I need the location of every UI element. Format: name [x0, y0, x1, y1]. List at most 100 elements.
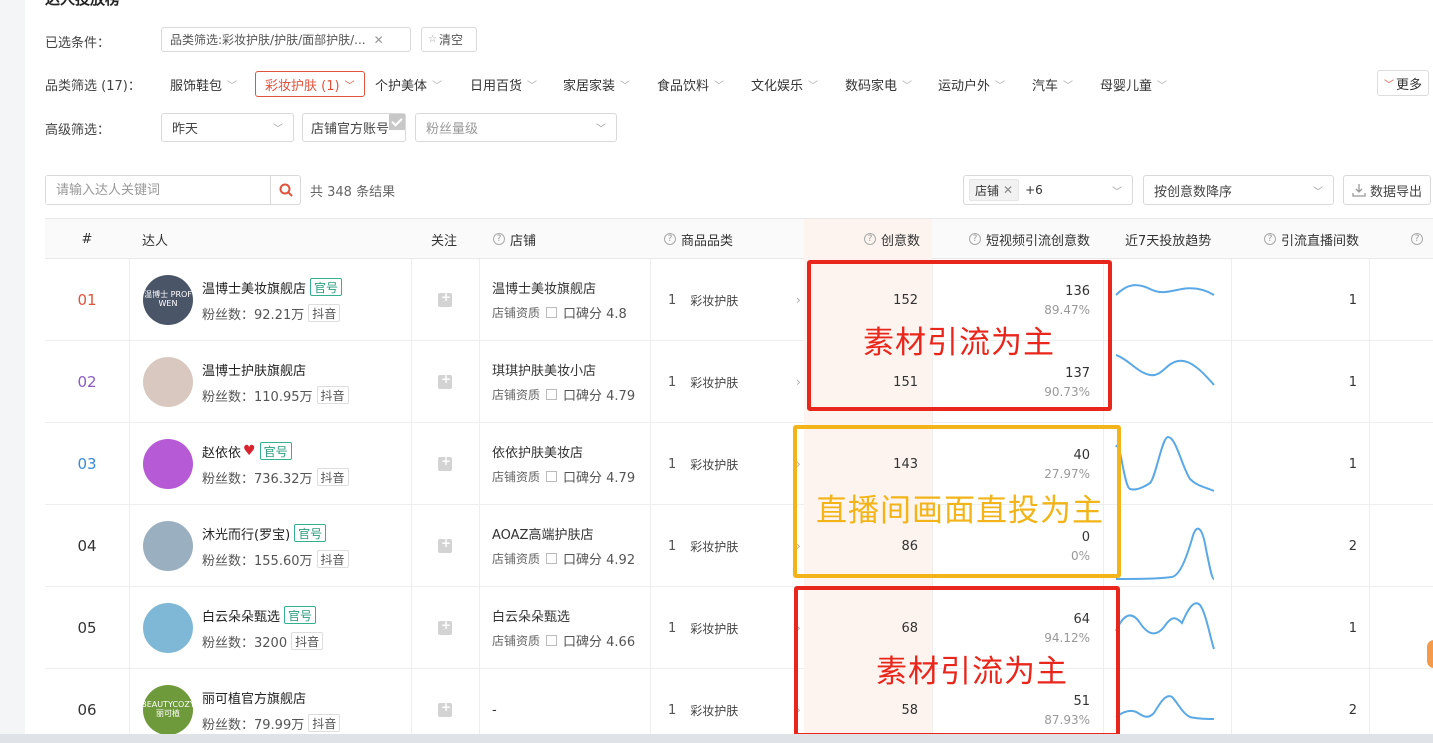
- shop-name[interactable]: 白云朵朵甄选: [492, 606, 635, 625]
- avatar[interactable]: [143, 603, 193, 653]
- help-icon[interactable]: ?: [664, 233, 676, 245]
- column-select[interactable]: 店铺 ✕ +6 ﹀: [963, 175, 1133, 205]
- category-beauty[interactable]: 彩妆护肤 (1) ﹀: [255, 71, 365, 97]
- header-video-creatives[interactable]: ? 短视频引流创意数: [932, 219, 1090, 259]
- influencer-cell[interactable]: 白云朵朵甄选 官号 粉丝数：3200 抖音: [129, 587, 411, 669]
- search-input[interactable]: [46, 176, 270, 204]
- avatar[interactable]: 温博士 PROF WEN: [143, 275, 193, 325]
- influencer-name[interactable]: 温博士护肤旗舰店: [202, 360, 306, 379]
- help-icon[interactable]: ?: [1263, 233, 1276, 245]
- shop-qualification[interactable]: 店铺资质: [492, 386, 540, 403]
- header-live-rooms[interactable]: ? 引流直播间数: [1231, 219, 1359, 259]
- category-apparel[interactable]: 服饰鞋包 ﹀: [170, 71, 237, 97]
- category-auto[interactable]: 汽车 ﹀: [1032, 71, 1073, 97]
- help-icon[interactable]: ?: [863, 233, 876, 245]
- add-favorite-icon[interactable]: [438, 536, 452, 553]
- add-favorite-icon[interactable]: [438, 454, 452, 471]
- chevron-down-icon: ﹀: [995, 80, 1006, 92]
- date-select[interactable]: 昨天 ﹀: [161, 113, 294, 142]
- influencer-name[interactable]: 赵依依: [202, 442, 241, 461]
- avatar[interactable]: [143, 439, 193, 489]
- external-link-icon[interactable]: [546, 471, 558, 482]
- external-link-icon[interactable]: [546, 307, 558, 318]
- avatar[interactable]: [143, 357, 193, 407]
- floating-widget[interactable]: [1427, 640, 1433, 668]
- help-icon[interactable]: ?: [493, 233, 505, 245]
- influencer-cell[interactable]: BEAUTYCOZY 丽可植 丽可植官方旗舰店 粉丝数：79.99万 抖音: [129, 669, 411, 743]
- help-icon[interactable]: ?: [1411, 233, 1423, 245]
- header-creatives[interactable]: ? 创意数: [804, 219, 920, 259]
- external-link-icon[interactable]: [546, 553, 558, 564]
- live-rooms-count: 1: [1348, 292, 1357, 308]
- add-favorite-icon[interactable]: [438, 618, 452, 635]
- table-row[interactable]: 03 赵依依 ♥ 官号 粉丝数：736.32万 抖音 依依护肤美妆店 店铺资质: [45, 423, 1433, 505]
- shop-cell[interactable]: 琪琪护肤美妆小店 店铺资质 口碑分 4.79: [492, 341, 650, 423]
- remove-tag-icon[interactable]: ✕: [1003, 183, 1013, 197]
- fans-level-select[interactable]: 粉丝量级 ﹀: [415, 113, 617, 142]
- category-cell[interactable]: 1 彩妆护肤 ›: [668, 587, 804, 669]
- search-button[interactable]: [270, 176, 300, 204]
- shop-qualification[interactable]: 店铺资质: [492, 304, 540, 321]
- influencer-cell[interactable]: 赵依依 ♥ 官号 粉丝数：736.32万 抖音: [129, 423, 411, 505]
- category-daily-goods[interactable]: 日用百货 ﹀: [470, 71, 537, 97]
- table-row[interactable]: 04 沐光而行(罗宝) 官号 粉丝数：155.60万 抖音 AOAZ高端护肤店 …: [45, 505, 1433, 587]
- category-cell[interactable]: 1 彩妆护肤 ›: [668, 341, 804, 423]
- category-baby[interactable]: 母婴儿童 ﹀: [1100, 71, 1167, 97]
- table-row[interactable]: 06 BEAUTYCOZY 丽可植 丽可植官方旗舰店 粉丝数：79.99万 抖音…: [45, 669, 1433, 743]
- shop-cell[interactable]: 温博士美妆旗舰店 店铺资质 口碑分 4.8: [492, 259, 650, 341]
- shop-cell[interactable]: 依依护肤美妆店 店铺资质 口碑分 4.79: [492, 423, 650, 505]
- influencer-name[interactable]: 温博士美妆旗舰店: [202, 278, 306, 297]
- shop-name[interactable]: -: [492, 703, 497, 718]
- shop-official-checkbox[interactable]: 店铺官方账号: [302, 113, 406, 142]
- table-row[interactable]: 05 白云朵朵甄选 官号 粉丝数：3200 抖音 白云朵朵甄选 店铺资质: [45, 587, 1433, 669]
- shop-cell[interactable]: 白云朵朵甄选 店铺资质 口碑分 4.66: [492, 587, 650, 669]
- category-cell[interactable]: 1 彩妆护肤 ›: [668, 505, 804, 587]
- shop-cell[interactable]: -: [492, 669, 650, 743]
- table-row[interactable]: 02 温博士护肤旗舰店 粉丝数：110.95万 抖音 琪琪护肤美妆小店 店铺资质: [45, 341, 1433, 423]
- influencer-cell[interactable]: 温博士护肤旗舰店 粉丝数：110.95万 抖音: [129, 341, 411, 423]
- help-icon[interactable]: ?: [968, 233, 981, 245]
- add-favorite-icon[interactable]: [438, 372, 452, 389]
- shop-qualification[interactable]: 店铺资质: [492, 468, 540, 485]
- category-electronics[interactable]: 数码家电 ﹀: [845, 71, 912, 97]
- shop-name[interactable]: 温博士美妆旗舰店: [492, 278, 627, 297]
- remove-filter-icon[interactable]: ✕: [374, 33, 384, 47]
- shop-name[interactable]: AOAZ高端护肤店: [492, 524, 635, 543]
- table-row[interactable]: 01 温博士 PROF WEN 温博士美妆旗舰店 官号 粉丝数：92.21万 抖…: [45, 259, 1433, 341]
- category-cell[interactable]: 1 彩妆护肤 ›: [668, 669, 804, 743]
- shop-qualification[interactable]: 店铺资质: [492, 632, 540, 649]
- category-cell[interactable]: 1 彩妆护肤 ›: [668, 259, 804, 341]
- category-food[interactable]: 食品饮料 ﹀: [657, 71, 724, 97]
- export-button[interactable]: 数据导出: [1343, 175, 1431, 205]
- influencer-cell[interactable]: 温博士 PROF WEN 温博士美妆旗舰店 官号 粉丝数：92.21万 抖音: [129, 259, 411, 341]
- category-cell[interactable]: 1 彩妆护肤 ›: [668, 423, 804, 505]
- external-link-icon[interactable]: [546, 635, 558, 646]
- trend-sparkline: [1115, 587, 1225, 669]
- influencer-cell[interactable]: 沐光而行(罗宝) 官号 粉丝数：155.60万 抖音: [129, 505, 411, 587]
- selected-filter-chip[interactable]: 品类筛选:彩妆护肤/护肤/面部护肤/... ✕: [161, 27, 411, 52]
- more-categories-button[interactable]: ﹀ 更多: [1376, 70, 1429, 96]
- influencer-name[interactable]: 白云朵朵甄选: [202, 606, 280, 625]
- influencer-name[interactable]: 丽可植官方旗舰店: [202, 688, 306, 707]
- influencer-name[interactable]: 沐光而行(罗宝): [202, 524, 290, 543]
- chevron-right-icon[interactable]: ›: [796, 293, 801, 307]
- column-divider: [650, 259, 651, 340]
- trend-sparkline: [1115, 259, 1225, 341]
- add-favorite-icon[interactable]: [438, 700, 452, 717]
- chevron-right-icon[interactable]: ›: [796, 375, 801, 389]
- category-entertainment[interactable]: 文化娱乐 ﹀: [751, 71, 818, 97]
- clear-filters-button[interactable]: ☆ 清空: [421, 27, 477, 52]
- avatar[interactable]: BEAUTYCOZY 丽可植: [141, 685, 195, 735]
- category-home[interactable]: 家居家装 ﹀: [563, 71, 630, 97]
- category-outdoor[interactable]: 运动户外 ﹀: [938, 71, 1005, 97]
- shop-name[interactable]: 依依护肤美妆店: [492, 442, 635, 461]
- shop-name[interactable]: 琪琪护肤美妆小店: [492, 360, 635, 379]
- sort-select[interactable]: 按创意数降序 ﹀: [1143, 175, 1334, 205]
- shop-cell[interactable]: AOAZ高端护肤店 店铺资质 口碑分 4.92: [492, 505, 650, 587]
- add-favorite-icon[interactable]: [438, 290, 452, 307]
- external-link-icon[interactable]: [546, 389, 558, 400]
- shop-qualification[interactable]: 店铺资质: [492, 550, 540, 567]
- bottom-scrollbar[interactable]: [0, 734, 1433, 743]
- category-personal-care[interactable]: 个护美体 ﹀: [375, 71, 442, 97]
- avatar[interactable]: [143, 521, 193, 571]
